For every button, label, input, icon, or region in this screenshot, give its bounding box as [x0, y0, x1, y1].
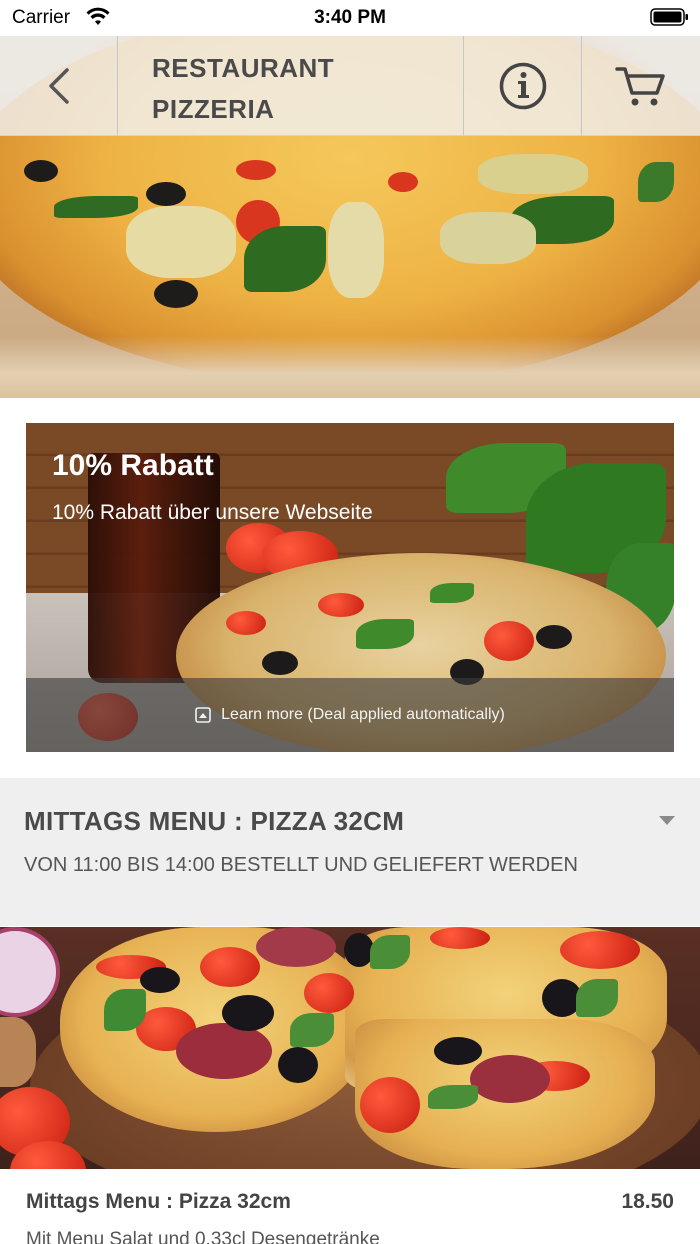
promo-card[interactable]: 10% Rabatt 10% Rabatt über unsere Websei… — [26, 423, 674, 752]
basil-leaf — [430, 583, 474, 603]
olive — [434, 1037, 482, 1065]
clock: 3:40 PM — [314, 7, 386, 28]
promo-learn-more-link[interactable]: Learn more (Deal applied automatically) — [26, 678, 674, 752]
info-icon — [499, 62, 546, 110]
basil-leaf — [104, 989, 146, 1031]
olive — [140, 967, 180, 993]
basil-leaf — [356, 619, 414, 649]
basil — [54, 196, 138, 218]
nav-title-area: RESTAURANT PIZZERIA — [118, 36, 464, 136]
artichoke — [126, 206, 236, 278]
tomato — [226, 611, 266, 635]
info-button-area[interactable] — [464, 36, 581, 136]
triangle-down-icon[interactable] — [659, 816, 675, 825]
salami — [470, 1055, 550, 1103]
promo-subtitle: 10% Rabatt über unsere Webseite — [52, 501, 373, 524]
basil-leaf — [290, 1013, 334, 1047]
chevron-left-icon — [48, 68, 69, 104]
basil-leaf — [576, 979, 618, 1017]
promo-title: 10% Rabatt — [52, 449, 214, 482]
navigation-bar: RESTAURANT PIZZERIA — [0, 36, 700, 136]
product-image[interactable] — [0, 927, 700, 1169]
artichoke — [328, 202, 384, 298]
product-price: 18.50 — [621, 1190, 674, 1213]
artichoke — [478, 154, 588, 194]
status-bar: Carrier 3:40 PM — [0, 0, 700, 36]
hero-board — [0, 336, 700, 398]
olive — [222, 995, 274, 1031]
pepper-slice — [304, 973, 354, 1013]
olive — [24, 160, 58, 182]
product-item[interactable]: Mittags Menu : Pizza 32cm 18.50 Mit Menu… — [0, 1169, 700, 1244]
tomato — [318, 593, 364, 617]
basil — [638, 162, 674, 202]
page-title-line2: PIZZERIA — [152, 94, 275, 124]
back-button[interactable] — [0, 36, 118, 136]
image-icon — [195, 707, 211, 723]
cart-button[interactable] — [582, 36, 700, 136]
salami — [256, 927, 336, 967]
onion — [0, 927, 60, 1017]
category-header[interactable]: MITTAGS MENU : PIZZA 32CM VON 11:00 BIS … — [0, 778, 700, 926]
olive — [278, 1047, 318, 1083]
olive — [146, 182, 186, 206]
salami — [176, 1023, 272, 1079]
olive — [536, 625, 572, 649]
spice-bowl — [0, 1017, 36, 1087]
category-subtitle: VON 11:00 BIS 14:00 BESTELLT UND GELIEFE… — [24, 854, 578, 876]
tomato — [236, 160, 276, 180]
cart-button-area[interactable] — [582, 36, 700, 136]
page-title: RESTAURANT PIZZERIA — [152, 48, 334, 130]
promo-learn-more-label[interactable]: Learn more (Deal applied automatically) — [221, 706, 505, 724]
olive — [262, 651, 298, 675]
olive — [154, 280, 198, 308]
basil — [244, 226, 326, 292]
cart-icon — [615, 67, 665, 106]
tomato — [388, 172, 418, 192]
basil-leaf — [370, 935, 410, 969]
pepper-slice — [200, 947, 260, 987]
promo-learn-more-content[interactable]: Learn more (Deal applied automatically) — [195, 706, 505, 724]
artichoke — [440, 212, 536, 264]
page-title-line1: RESTAURANT — [152, 53, 335, 83]
info-button[interactable] — [464, 36, 582, 136]
product-description: Mit Menu Salat und 0.33cl Desengetränke — [26, 1229, 380, 1244]
battery-icon — [650, 8, 688, 26]
tomato — [484, 621, 534, 661]
product-name: Mittags Menu : Pizza 32cm — [26, 1190, 291, 1213]
back-button-area[interactable] — [0, 36, 117, 136]
category-title: MITTAGS MENU : PIZZA 32CM — [24, 806, 405, 836]
pepper-slice — [360, 1077, 420, 1133]
pepper-slice — [560, 931, 640, 969]
basil-leaf — [428, 1085, 478, 1109]
pepper-slice — [430, 927, 490, 949]
